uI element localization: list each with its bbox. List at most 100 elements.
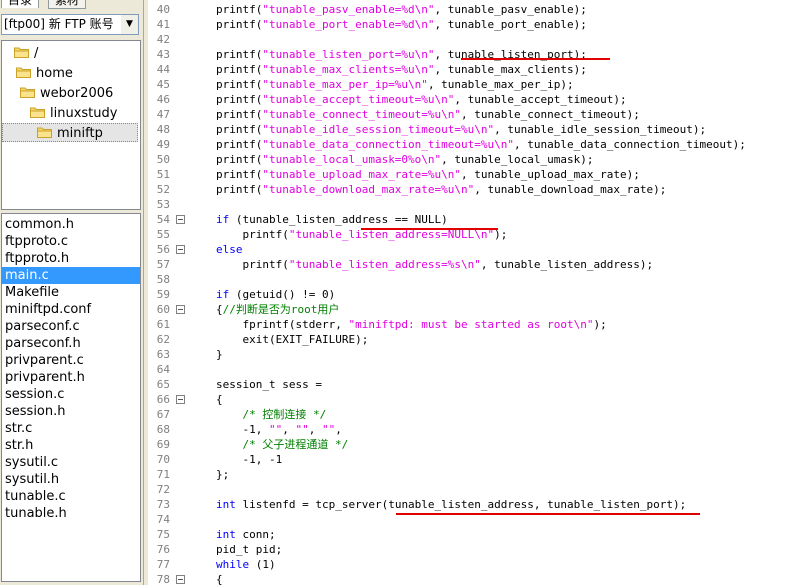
code-text: printf("tunable_port_enable=%d\n", tunab… — [216, 18, 587, 31]
code-line: 62 exit(EXIT_FAILURE); — [148, 332, 796, 347]
file-item[interactable]: session.c — [2, 386, 140, 403]
directory-tree[interactable]: / home webor2006 linuxstudy miniftp — [1, 40, 141, 210]
ftp-account-select[interactable]: [ftp00] 新 FTP 账号 ▼ — [1, 14, 139, 35]
line-number: 48 — [156, 123, 170, 136]
dir-item[interactable]: home — [16, 64, 73, 83]
line-number: 51 — [156, 168, 170, 181]
code-line: 67 /* 控制连接 */ — [148, 407, 796, 422]
line-number: 49 — [156, 138, 170, 151]
line-number: 43 — [156, 48, 170, 61]
dir-item[interactable]: / — [14, 44, 38, 63]
file-item[interactable]: sysutil.c — [2, 454, 140, 471]
fold-toggle-icon[interactable] — [176, 215, 185, 224]
file-list[interactable]: common.h ftpproto.c ftpproto.h main.c Makefi… — [1, 213, 141, 582]
tab-material[interactable]: 素材 — [48, 0, 87, 9]
code-line: 48 printf("tunable_idle_session_timeout=%… — [148, 122, 796, 137]
file-item[interactable]: miniftpd.conf — [2, 301, 140, 318]
code-text: printf("tunable_max_per_ip=%u\n", tunabl… — [216, 78, 574, 91]
folder-icon — [37, 125, 52, 138]
fold-toggle-icon[interactable] — [176, 245, 185, 254]
code-line: 59 if (getuid() != 0) — [148, 287, 796, 302]
code-line: 46 printf("tunable_accept_timeout=%u\n", … — [148, 92, 796, 107]
dir-label: miniftp — [57, 126, 103, 141]
code-text: -1, "", "", "", — [216, 423, 342, 436]
line-number: 73 — [156, 498, 170, 511]
code-text: pid_t pid; — [216, 543, 283, 556]
tab-directory[interactable]: 目录 — [1, 0, 40, 8]
code-line: 49 printf("tunable_data_connection_timeou… — [148, 137, 796, 152]
file-item[interactable]: str.c — [2, 420, 140, 437]
code-line: 56 else — [148, 242, 796, 257]
line-number: 41 — [156, 18, 170, 31]
code-line: 65 session_t sess = — [148, 377, 796, 392]
panel-tabs: 目录 素材 — [0, 0, 143, 9]
file-item[interactable]: tunable.h — [2, 505, 140, 522]
code-line: 47 printf("tunable_connect_timeout=%u\n",… — [148, 107, 796, 122]
line-number: 71 — [156, 468, 170, 481]
chevron-down-icon[interactable]: ▼ — [121, 15, 138, 34]
line-number: 65 — [156, 378, 170, 391]
code-line: 58 — [148, 272, 796, 287]
code-line: 53 — [148, 197, 796, 212]
file-item[interactable]: ftpproto.h — [2, 250, 140, 267]
code-line: 60 {//判断是否为root用户 — [148, 302, 796, 317]
fold-toggle-icon[interactable] — [176, 305, 185, 314]
code-line: 41 printf("tunable_port_enable=%d\n", tun… — [148, 17, 796, 32]
code-line: 63} — [148, 347, 796, 362]
file-item[interactable]: privparent.c — [2, 352, 140, 369]
file-item[interactable]: parseconf.c — [2, 318, 140, 335]
code-text: printf("tunable_data_connection_timeout=… — [216, 138, 746, 151]
code-line: 51 printf("tunable_upload_max_rate=%u\n",… — [148, 167, 796, 182]
line-number: 57 — [156, 258, 170, 271]
file-item[interactable]: privparent.h — [2, 369, 140, 386]
code-line: 77 while (1) — [148, 557, 796, 572]
code-text: printf("tunable_listen_address=%s\n", tu… — [216, 258, 654, 271]
line-number: 61 — [156, 318, 170, 331]
file-item[interactable]: session.h — [2, 403, 140, 420]
code-text: session_t sess = — [216, 378, 322, 391]
folder-icon — [14, 45, 29, 58]
code-editor[interactable]: 40 printf("tunable_pasv_enable=%d\n", tun… — [148, 0, 796, 585]
line-number: 59 — [156, 288, 170, 301]
dir-item[interactable]: miniftp — [2, 123, 138, 142]
file-item[interactable]: common.h — [2, 216, 140, 233]
line-number: 66 — [156, 393, 170, 406]
dir-label: home — [36, 66, 73, 81]
code-line: 73 int listenfd = tcp_server(tunable_list… — [148, 497, 796, 512]
line-number: 50 — [156, 153, 170, 166]
file-item[interactable]: sysutil.h — [2, 471, 140, 488]
line-number: 46 — [156, 93, 170, 106]
file-item[interactable]: tunable.c — [2, 488, 140, 505]
fold-toggle-icon[interactable] — [176, 575, 185, 584]
fold-toggle-icon[interactable] — [176, 395, 185, 404]
code-line: 71}; — [148, 467, 796, 482]
file-item[interactable]: main.c — [2, 267, 140, 284]
file-item[interactable]: ftpproto.c — [2, 233, 140, 250]
file-item[interactable]: str.h — [2, 437, 140, 454]
file-item[interactable]: parseconf.h — [2, 335, 140, 352]
line-number: 47 — [156, 108, 170, 121]
code-text: while (1) — [216, 558, 276, 571]
code-text: if (getuid() != 0) — [216, 288, 336, 301]
folder-icon — [30, 105, 45, 118]
code-text: exit(EXIT_FAILURE); — [216, 333, 369, 346]
line-number: 55 — [156, 228, 170, 241]
red-underline-annotation — [361, 228, 498, 230]
line-number: 68 — [156, 423, 170, 436]
left-panel: 目录 素材 [ftp00] 新 FTP 账号 ▼ / home webor2006 l… — [0, 0, 143, 585]
dir-item[interactable]: webor2006 — [20, 84, 113, 103]
line-number: 76 — [156, 543, 170, 556]
line-number: 62 — [156, 333, 170, 346]
code-line: 68 -1, "", "", "", — [148, 422, 796, 437]
line-number: 40 — [156, 3, 170, 16]
red-underline-annotation — [396, 513, 700, 515]
code-line: 76 pid_t pid; — [148, 542, 796, 557]
line-number: 53 — [156, 198, 170, 211]
code-text: printf("tunable_local_umask=0%o\n", tuna… — [216, 153, 594, 166]
dir-item[interactable]: linuxstudy — [30, 104, 117, 123]
line-number: 74 — [156, 513, 170, 526]
line-number: 56 — [156, 243, 170, 256]
code-line: 72 — [148, 482, 796, 497]
line-number: 45 — [156, 78, 170, 91]
file-item[interactable]: Makefile — [2, 284, 140, 301]
